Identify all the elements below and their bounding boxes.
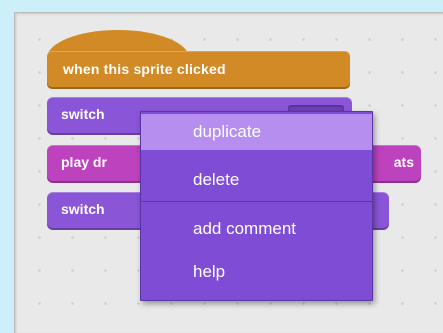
menu-item-add-comment[interactable]: add comment	[141, 211, 372, 247]
switch-block-label: switch	[61, 106, 105, 122]
block-context-menu: duplicate delete add comment help	[140, 111, 373, 301]
menu-item-duplicate[interactable]: duplicate	[141, 114, 372, 150]
when-sprite-clicked-block[interactable]: when this sprite clicked	[47, 51, 350, 89]
menu-separator	[141, 201, 372, 202]
window-frame: when this sprite clicked switch play dr …	[0, 0, 443, 333]
hat-block-label: when this sprite clicked	[63, 61, 226, 77]
menu-item-delete[interactable]: delete	[141, 162, 372, 198]
switch-block-label-2: switch	[61, 201, 105, 217]
play-block-label: play dr	[61, 154, 107, 170]
play-block-beats-label: ats	[393, 154, 414, 170]
menu-item-help[interactable]: help	[141, 254, 372, 290]
